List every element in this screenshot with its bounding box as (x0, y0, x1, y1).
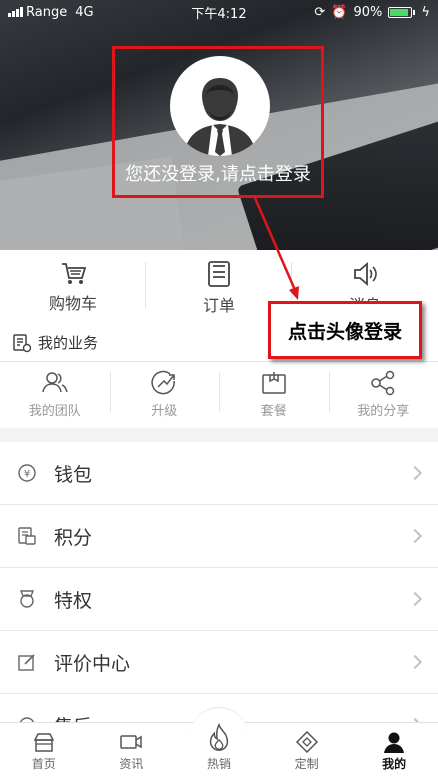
menu-privilege[interactable]: 特权 (0, 568, 438, 631)
tab-mine[interactable]: 我的 (350, 723, 438, 776)
default-avatar-icon (184, 78, 256, 156)
home-icon (33, 733, 55, 752)
alarm-icon: ⏰ (331, 4, 348, 20)
lock-rotation-icon: ⟳ (314, 4, 326, 20)
business-team-label: 我的团队 (28, 404, 81, 419)
chevron-right-icon (407, 654, 423, 670)
chevron-right-icon (407, 591, 423, 607)
privilege-icon (19, 590, 35, 608)
menu-review[interactable]: 评价中心 (0, 631, 438, 694)
my-business-label: 我的业务 (38, 334, 99, 352)
team-icon (42, 372, 68, 393)
tab-news[interactable]: 资讯 (88, 723, 176, 776)
tab-home[interactable]: 首页 (0, 723, 88, 776)
network-type: 4G (75, 4, 94, 20)
tab-hot-label: 热销 (206, 757, 231, 771)
tab-hot[interactable]: 热销 (175, 707, 263, 776)
status-bar: Range 4G 下午4:12 ⟳ ⏰ 90% ϟ (0, 0, 438, 24)
app-screen: Range 4G 下午4:12 ⟳ ⏰ 90% ϟ 您还没登录,请点击登录 购物… (0, 0, 438, 776)
annotation-callout: 点击头像登录 (268, 301, 422, 359)
business-upgrade[interactable]: 升级 (109, 362, 220, 428)
user-icon (384, 732, 405, 753)
menu-wallet-label: 钱包 (54, 463, 93, 486)
menu-points[interactable]: 积分 (0, 505, 438, 568)
tab-custom[interactable]: 定制 (263, 723, 351, 776)
charging-icon: ϟ (421, 4, 430, 20)
status-time: 下午4:12 (191, 6, 247, 22)
business-share-label: 我的分享 (357, 404, 410, 419)
quick-cart-label: 购物车 (48, 294, 97, 313)
business-package-label: 套餐 (260, 404, 287, 419)
annotation-text: 点击头像登录 (287, 320, 402, 343)
tab-news-label: 资讯 (119, 757, 144, 771)
business-team[interactable]: 我的团队 (0, 362, 110, 428)
menu-wallet[interactable]: ¥ 钱包 (0, 442, 438, 505)
chevron-right-icon (407, 528, 423, 544)
signal-icon (8, 7, 23, 17)
svg-text:¥: ¥ (24, 469, 30, 480)
login-prompt[interactable]: 您还没登录,请点击登录 (112, 160, 324, 186)
review-icon (18, 654, 35, 671)
menu-privilege-label: 特权 (54, 589, 93, 612)
business-share[interactable]: 我的分享 (328, 362, 438, 428)
quick-cart[interactable]: 购物车 (0, 250, 146, 324)
tab-mine-label: 我的 (382, 757, 407, 771)
avatar[interactable] (170, 56, 270, 156)
video-icon (120, 735, 143, 749)
speaker-icon (354, 262, 377, 286)
tab-custom-label: 定制 (294, 757, 319, 771)
tab-home-label: 首页 (31, 757, 56, 771)
menu-points-label: 积分 (54, 526, 93, 549)
wallet-icon: ¥ (18, 464, 36, 482)
cart-icon (62, 263, 87, 284)
upgrade-icon (151, 370, 176, 395)
business-grid: 我的团队 升级 套餐 我的分享 (0, 362, 438, 428)
flame-icon (209, 723, 229, 751)
bottom-tab-bar: 首页 资讯 热销 定制 我的 (0, 707, 438, 776)
order-icon (208, 261, 230, 287)
business-icon (13, 333, 32, 352)
package-icon (262, 372, 286, 394)
battery-percent: 90% (353, 4, 383, 20)
quick-order-label: 订单 (202, 296, 235, 315)
share-icon (371, 370, 395, 396)
carrier-name: Range (26, 4, 68, 20)
custom-icon (295, 731, 318, 753)
business-upgrade-label: 升级 (151, 404, 178, 419)
business-package[interactable]: 套餐 (219, 362, 329, 428)
battery-icon (388, 6, 416, 18)
menu-review-label: 评价中心 (54, 652, 131, 675)
account-menu: ¥ 钱包 积分 特权 评价中心 (0, 442, 438, 757)
points-icon (18, 527, 36, 545)
chevron-right-icon (407, 465, 423, 481)
